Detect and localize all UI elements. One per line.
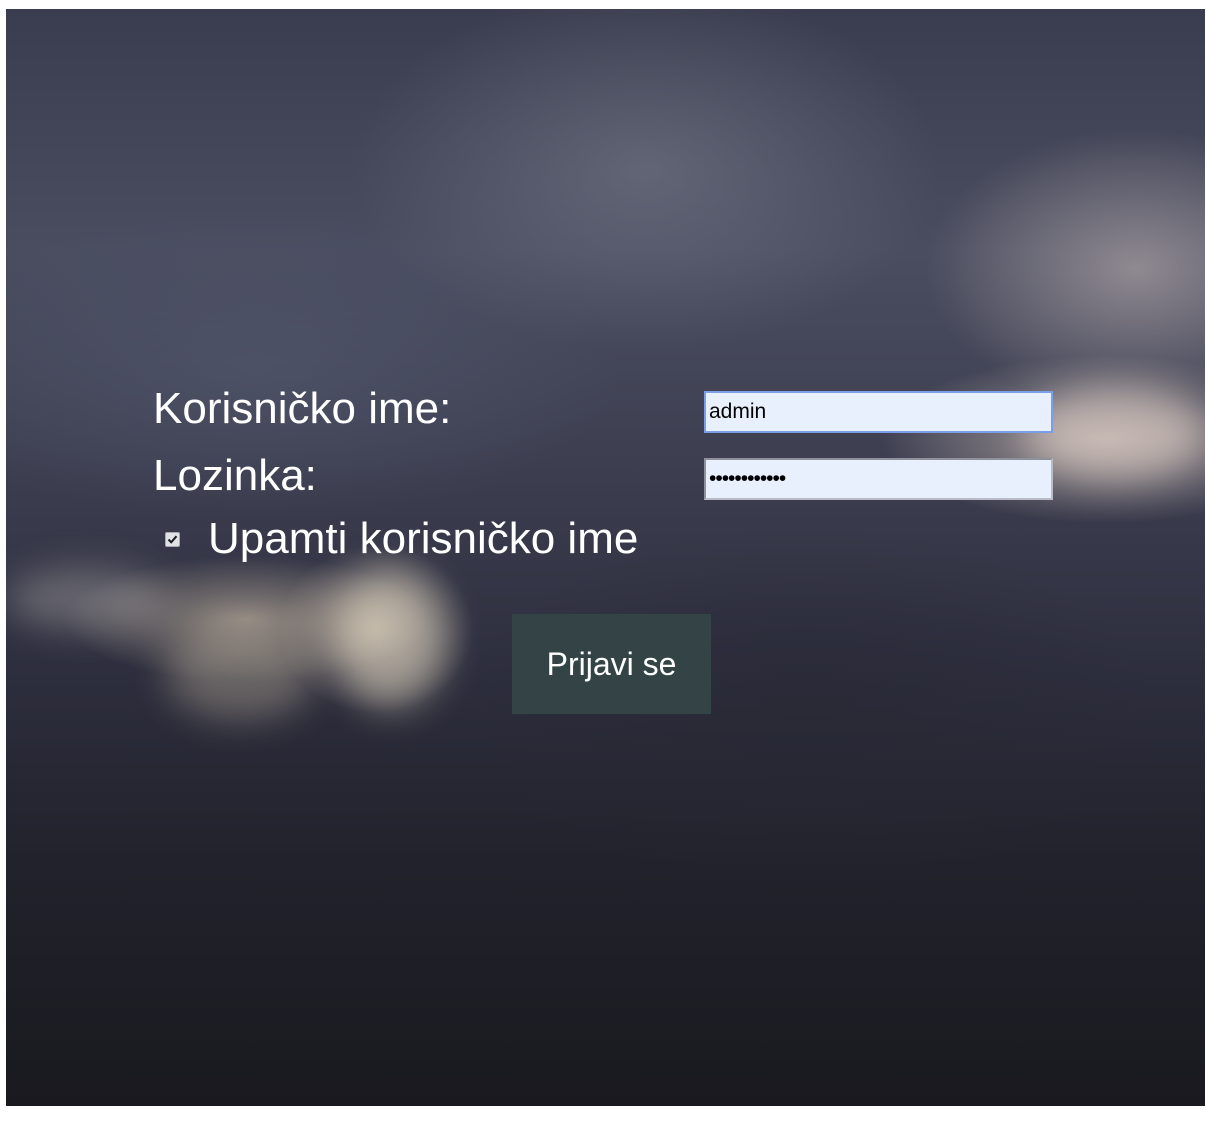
username-input[interactable] bbox=[704, 391, 1053, 433]
login-background: Korisničko ime: Lozinka: Upamti korisnič… bbox=[6, 9, 1205, 1106]
login-button[interactable]: Prijavi se bbox=[512, 614, 711, 714]
login-form: Korisničko ime: Lozinka: Upamti korisnič… bbox=[153, 379, 1073, 729]
remember-username-checkbox[interactable] bbox=[165, 532, 180, 547]
username-label: Korisničko ime: bbox=[153, 384, 452, 433]
cloud-highlight bbox=[6, 569, 166, 629]
password-label: Lozinka: bbox=[153, 451, 317, 500]
password-input[interactable] bbox=[704, 458, 1053, 500]
remember-username-label[interactable]: Upamti korisničko ime bbox=[208, 517, 638, 561]
checkmark-icon bbox=[167, 535, 178, 544]
